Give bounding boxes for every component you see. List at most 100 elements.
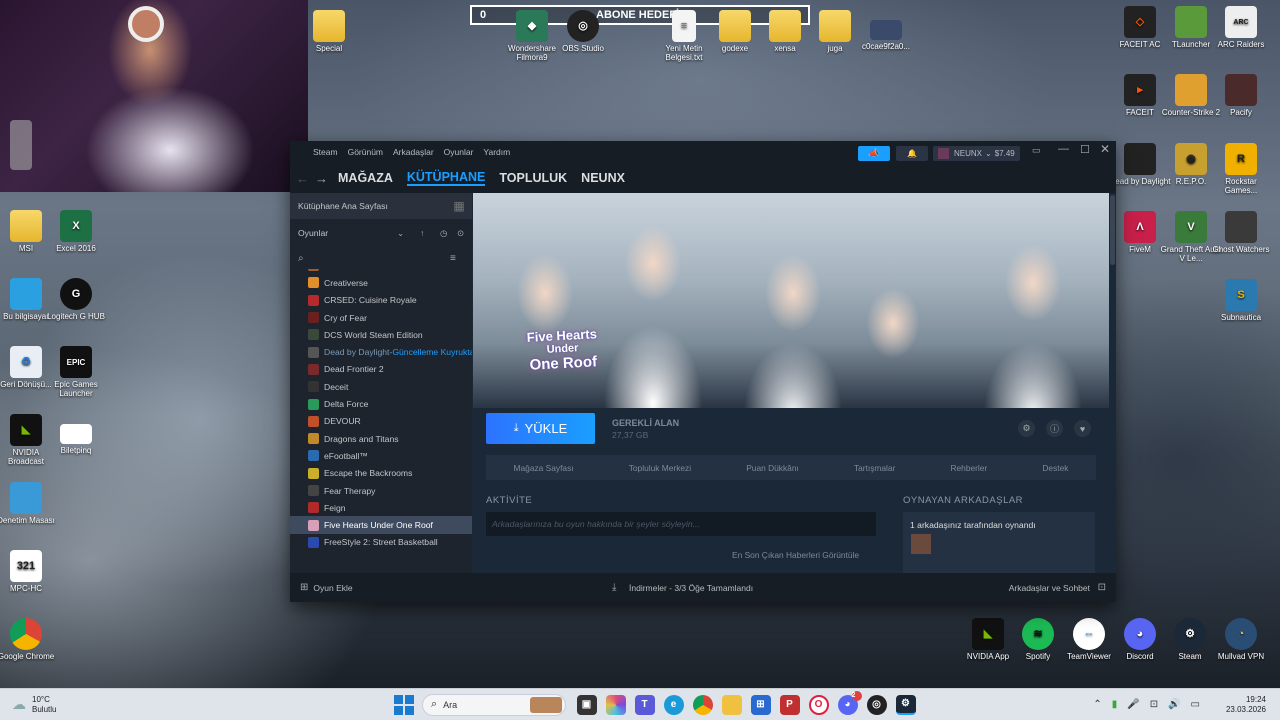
desktop-icon-obs[interactable]: ◎ OBS Studio — [551, 10, 615, 53]
tab-guides[interactable]: Rehberler — [950, 463, 987, 473]
game-list-item[interactable]: Fear Therapy — [290, 482, 472, 499]
nav-community[interactable]: TOPLULUK — [499, 171, 567, 185]
desktop-icon-biletpinq[interactable]: Biletpinq — [44, 414, 108, 455]
nav-store[interactable]: MAĞAZA — [338, 171, 393, 185]
chat-icon[interactable]: ⊡ — [1098, 582, 1106, 593]
game-list-item[interactable]: Creativerse — [290, 274, 472, 291]
copilot-icon[interactable] — [605, 694, 626, 715]
game-list-item[interactable]: CRSED: Cuisine Royale — [290, 292, 472, 309]
account-menu[interactable]: NEUNX ⌄ $7.49 — [933, 146, 1020, 161]
settings-gear-icon[interactable]: ⚙ — [1018, 420, 1035, 437]
desktop-icon-control-panel[interactable]: Denetim Masası — [0, 482, 58, 525]
sort-arrow-icon[interactable]: ↑ — [420, 228, 424, 238]
desktop-icon-mpc-hc[interactable]: 321 MPC-HC — [0, 550, 58, 593]
scrollbar-thumb[interactable] — [1110, 195, 1115, 265]
filter-icon[interactable]: ≡ — [450, 253, 456, 264]
close-icon[interactable]: ✕ — [1100, 142, 1110, 156]
maximize-icon[interactable]: ☐ — [1080, 143, 1090, 156]
tab-store-page[interactable]: Mağaza Sayfası — [514, 463, 574, 473]
steam-icon[interactable]: ⚙ — [895, 694, 916, 715]
desktop-icon-special[interactable]: Special — [297, 10, 361, 53]
friends-chat-button[interactable]: Arkadaşlar ve Sohbet — [1009, 583, 1090, 593]
game-list-item[interactable]: Dead by Daylight - Güncelleme Kuyrukta — [290, 343, 472, 360]
recent-clock-icon[interactable]: ◷ — [440, 228, 448, 239]
volume-icon[interactable]: 🔊 — [1168, 699, 1180, 710]
battery-icon[interactable]: ▮ — [1112, 699, 1118, 710]
start-button[interactable] — [394, 694, 414, 715]
notifications-button[interactable]: 🔔 — [896, 146, 928, 161]
obs-icon[interactable]: ◎ — [866, 694, 887, 715]
grid-view-icon[interactable]: ▦ — [446, 193, 472, 219]
desktop-icon-chrome[interactable]: Google Chrome — [0, 618, 58, 661]
game-list-item[interactable]: Escape the Backrooms — [290, 465, 472, 482]
desktop-icon-logitech[interactable]: G Logitech G HUB — [44, 278, 108, 321]
game-list-item[interactable]: Dead Frontier 2 — [290, 361, 472, 378]
menu-help[interactable]: Yardım — [483, 147, 510, 157]
tab-support[interactable]: Destek — [1042, 463, 1068, 473]
desktop-icon-ghost-watchers[interactable]: Ghost Watchers — [1209, 211, 1273, 254]
downloads-status[interactable]: İndirmeler - 3/3 Öğe Tamamlandı — [629, 583, 753, 593]
discord-icon[interactable]: ◕ 2 — [837, 690, 862, 715]
desktop-icon-image-file[interactable]: c0cae9f2a0... — [854, 10, 918, 51]
scrollbar[interactable] — [1109, 193, 1116, 573]
tab-community-hub[interactable]: Topluluk Merkezi — [629, 463, 691, 473]
battery-charge-icon[interactable]: ▭ — [1191, 699, 1200, 710]
opera-icon[interactable]: O — [808, 694, 829, 715]
menu-games[interactable]: Oyunlar — [444, 147, 474, 157]
game-list-item[interactable]: Five Hearts Under One Roof — [290, 516, 472, 534]
file-explorer-icon[interactable] — [721, 694, 742, 715]
big-picture-icon[interactable]: ▭ — [1032, 145, 1041, 156]
desktop-icon-epic[interactable]: EPIC Epic Games Launcher — [44, 346, 108, 398]
microsoft-store-icon[interactable]: ⊞ — [750, 694, 771, 715]
friend-avatar[interactable] — [911, 534, 931, 554]
collection-filter[interactable]: Oyunlar ⌄ ↑ ◷ ⊙ — [290, 219, 472, 247]
game-list-item[interactable]: Cry of Fear — [290, 309, 472, 326]
powerpoint-icon[interactable]: P — [779, 694, 800, 715]
weather-widget[interactable]: ☁ 10°C Bulutlu — [12, 695, 132, 715]
tab-discussions[interactable]: Tartışmalar — [854, 463, 895, 473]
minimize-icon[interactable]: — — [1058, 143, 1069, 155]
favorite-heart-icon[interactable]: ♥ — [1074, 420, 1091, 437]
game-list-item[interactable]: Dragons and Titans — [290, 430, 472, 447]
nav-library[interactable]: KÜTÜPHANE — [406, 170, 486, 186]
menu-view[interactable]: Görünüm — [348, 147, 383, 157]
game-list-item[interactable]: DCS World Steam Edition — [290, 326, 472, 343]
search-bar[interactable]: ⌕ ≡ — [290, 247, 472, 269]
library-home-button[interactable]: Kütüphane Ana Sayfası — [290, 193, 446, 219]
nav-profile[interactable]: NEUNX — [581, 171, 625, 185]
info-icon[interactable]: ⓘ — [1046, 420, 1063, 437]
task-view-icon[interactable]: ▣ — [576, 694, 597, 715]
desktop-icon-mullvad[interactable]: ◔ Mullvad VPN — [1209, 618, 1273, 661]
activity-input[interactable]: Arkadaşlarınıza bu oyun hakkında bir şey… — [486, 512, 876, 536]
desktop-icon-excel[interactable]: X Excel 2016 — [44, 210, 108, 253]
game-list-item[interactable]: Feign — [290, 499, 472, 516]
desktop-icon-pacify[interactable]: Pacify — [1209, 74, 1273, 117]
game-list-item[interactable]: Deceit — [290, 378, 472, 395]
clock[interactable]: 19:24 23.03.2026 — [1226, 695, 1266, 715]
desktop-icon-rockstar[interactable]: R Rockstar Games... — [1209, 143, 1273, 195]
news-link[interactable]: En Son Çıkan Haberleri Görüntüle — [732, 550, 859, 560]
desktop-icon-arc-raiders[interactable]: ARC ARC Raiders — [1209, 6, 1273, 49]
game-list-item[interactable]: eFootball™ — [290, 447, 472, 464]
menu-friends[interactable]: Arkadaşlar — [393, 147, 434, 157]
menu-steam[interactable]: Steam — [313, 147, 338, 157]
chevron-up-icon[interactable]: ⌃ — [1093, 699, 1101, 710]
search-box[interactable]: ⌕ Ara — [422, 693, 566, 716]
install-button[interactable]: ⤓ YÜKLE — [486, 413, 595, 444]
desktop-icon-subnautica[interactable]: S Subnautica — [1209, 279, 1273, 322]
game-list-item[interactable]: Delta Force — [290, 395, 472, 412]
edge-icon[interactable]: e — [663, 694, 684, 715]
taskbar: ☁ 10°C Bulutlu ⌕ Ara ▣ T e ⊞ P O ◕ 2 ◎ ⚙ … — [0, 688, 1280, 720]
microphone-icon[interactable]: 🎤 — [1127, 699, 1139, 710]
add-game-button[interactable]: Oyun Ekle — [313, 583, 352, 593]
chrome-icon[interactable] — [692, 694, 713, 715]
forward-arrow-icon[interactable]: → — [315, 171, 328, 186]
announcement-button[interactable]: 📣 — [858, 146, 890, 161]
network-icon[interactable]: ⊡ — [1150, 699, 1158, 710]
teams-icon[interactable]: T — [634, 694, 655, 715]
back-arrow-icon[interactable]: ← — [296, 171, 309, 186]
game-list-item[interactable]: FreeStyle 2: Street Basketball — [290, 534, 472, 551]
tab-points-shop[interactable]: Puan Dükkânı — [746, 463, 799, 473]
game-list-item[interactable]: DEVOUR — [290, 413, 472, 430]
play-filter-icon[interactable]: ⊙ — [457, 228, 464, 239]
